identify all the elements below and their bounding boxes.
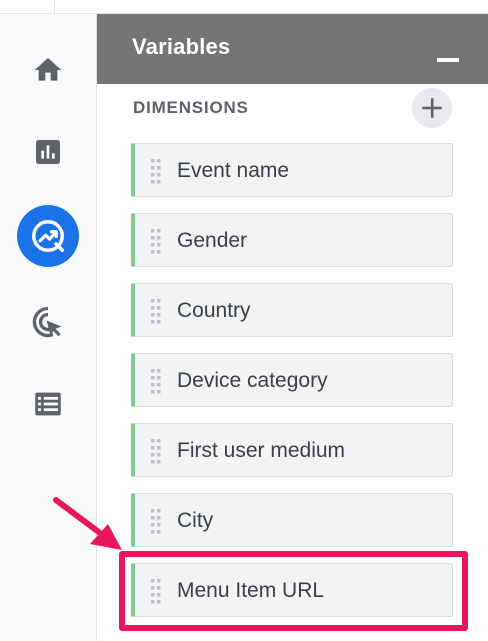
app-root: Variables DIMENSIONS Event name Gender Cou… — [0, 0, 488, 641]
nav-explore[interactable] — [16, 204, 80, 268]
home-icon — [34, 58, 62, 81]
nav-home[interactable] — [16, 38, 80, 102]
top-strip — [0, 0, 488, 14]
dimension-label: First user medium — [177, 439, 346, 462]
collapse-button[interactable] — [437, 58, 459, 62]
drag-handle-icon[interactable] — [150, 508, 162, 534]
nav-explore-active-bg — [17, 205, 79, 267]
dimension-label: Country — [177, 299, 251, 322]
dimension-chip[interactable]: Gender — [131, 213, 453, 267]
annotation-highlight-box — [119, 551, 468, 631]
top-divider — [54, 0, 55, 13]
explore-icon — [32, 220, 64, 252]
dimension-chip[interactable]: First user medium — [131, 423, 453, 477]
dimension-chip[interactable]: Device category — [131, 353, 453, 407]
drag-handle-icon[interactable] — [150, 228, 162, 254]
dimension-chip[interactable]: City — [131, 493, 453, 547]
dimension-label: City — [177, 509, 214, 532]
dimension-label: Gender — [177, 229, 248, 252]
panel-header: Variables — [97, 14, 488, 84]
plus-icon — [422, 98, 442, 118]
drag-handle-icon[interactable] — [150, 158, 162, 184]
panel-title: Variables — [132, 34, 231, 59]
drag-handle-icon[interactable] — [150, 368, 162, 394]
nav-reports[interactable] — [16, 120, 80, 184]
drag-handle-icon[interactable] — [150, 438, 162, 464]
variables-panel: Variables DIMENSIONS Event name Gender Cou… — [97, 14, 488, 641]
dimensions-heading: DIMENSIONS — [133, 98, 249, 117]
nav-configure[interactable] — [16, 372, 80, 436]
reports-icon — [36, 140, 60, 164]
dimension-label: Device category — [177, 369, 328, 392]
nav-advertising[interactable] — [16, 290, 80, 354]
dimension-chip[interactable]: Event name — [131, 143, 453, 197]
annotation-arrow — [53, 497, 122, 550]
add-dimension-button[interactable] — [412, 88, 452, 128]
advertising-icon — [32, 306, 62, 338]
dimension-chip[interactable]: Country — [131, 283, 453, 337]
list-icon — [35, 392, 61, 416]
drag-handle-icon[interactable] — [150, 298, 162, 324]
dimension-label: Event name — [177, 159, 290, 182]
